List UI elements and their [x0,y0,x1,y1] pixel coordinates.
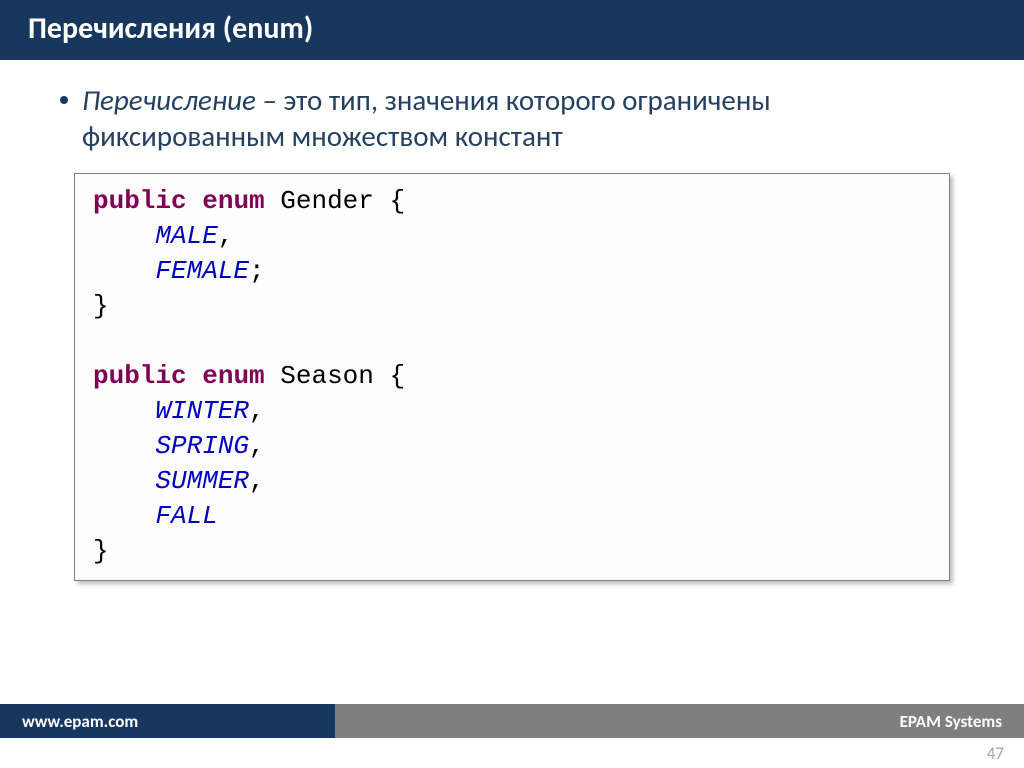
footer-url: www.epam.com [0,704,335,738]
bullet-term: Перечисление [82,82,256,118]
page-number: 47 [987,743,1004,764]
kw-public-2: public [93,361,187,391]
kw-enum-1: enum [202,186,264,216]
bullet-dot-icon [60,96,68,104]
comma-1: , [218,221,234,251]
enum-name-2: Season { [265,361,405,391]
enum-val-female: FEMALE [155,256,249,286]
close-1: } [93,291,109,321]
content-area: Перечисление – это тип, значения которог… [0,60,1024,581]
comma-3: , [249,431,265,461]
footer-company: EPAM Systems [335,704,1024,738]
slide-title: Перечисления (enum) [28,10,313,47]
enum-val-fall: FALL [155,501,217,531]
enum-val-summer: SUMMER [155,466,249,496]
semi-1: ; [249,256,265,286]
enum-name-1: Gender { [265,186,405,216]
bullet-item: Перечисление – это тип, значения которог… [60,82,964,155]
footer-bar: www.epam.com EPAM Systems [0,704,1024,738]
comma-4: , [249,466,265,496]
enum-val-spring: SPRING [155,431,249,461]
bullet-text: Перечисление – это тип, значения которог… [82,82,964,155]
code-block: public enum Gender { MALE, FEMALE; } pub… [74,173,950,581]
comma-2: , [249,396,265,426]
title-bar: Перечисления (enum) [0,0,1024,60]
kw-enum-2: enum [202,361,264,391]
kw-public-1: public [93,186,187,216]
enum-val-winter: WINTER [155,396,249,426]
close-2: } [93,536,109,566]
enum-val-male: MALE [155,221,217,251]
